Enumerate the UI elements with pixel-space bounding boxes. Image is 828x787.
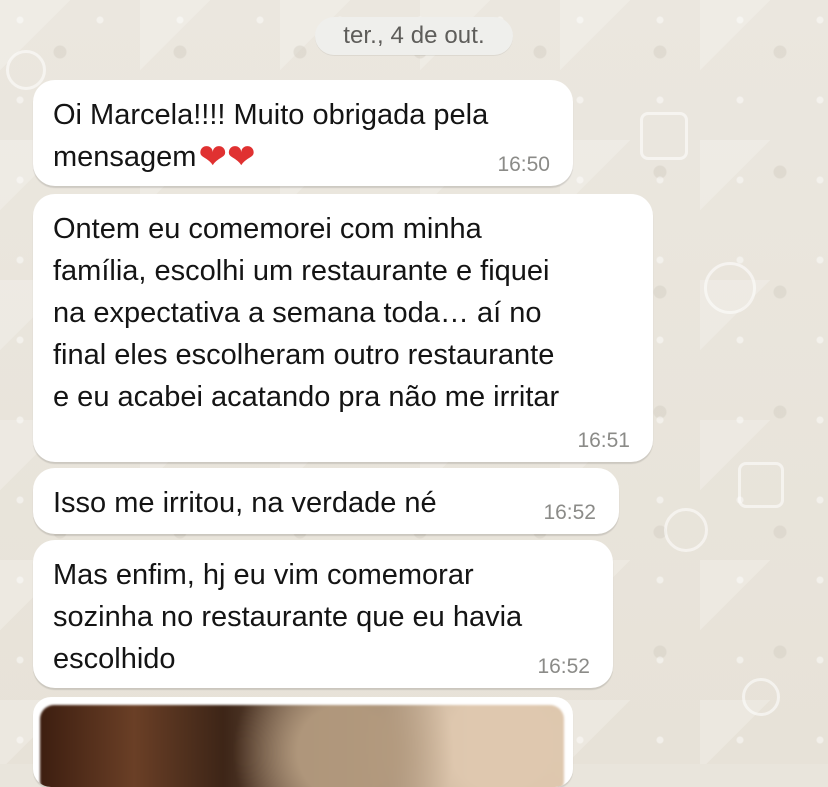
heart-icon: ❤❤ [198, 138, 256, 176]
message-bubble[interactable]: Oi Marcela!!!! Muito obrigada pela mensa… [33, 80, 573, 186]
wallpaper-doodle [664, 508, 708, 552]
message-time: 16:51 [577, 429, 630, 452]
wallpaper-doodle [704, 262, 756, 314]
message-time: 16:52 [543, 501, 596, 524]
wallpaper-doodle [6, 50, 46, 90]
message-bubble[interactable]: Mas enfim, hj eu vim comemorar sozinha n… [33, 540, 613, 688]
message-text: Isso me irritou, na verdade né [53, 487, 437, 519]
wallpaper-doodle [640, 112, 688, 160]
message-text: Mas enfim, hj eu vim comemorar sozinha n… [53, 559, 523, 675]
message-text: Oi Marcela!!!! Muito obrigada pela mensa… [53, 99, 489, 176]
image-message[interactable] [33, 697, 573, 787]
message-time: 16:50 [497, 153, 550, 176]
date-separator: ter., 4 de out. [315, 17, 513, 55]
wallpaper-doodle [738, 462, 784, 508]
image-preview[interactable] [40, 705, 564, 787]
message-bubble[interactable]: Ontem eu comemorei com minha família, es… [33, 194, 653, 462]
message-text: Ontem eu comemorei com minha família, es… [53, 213, 560, 413]
message-bubble[interactable]: Isso me irritou, na verdade né 16:52 [33, 468, 619, 534]
wallpaper-doodle [742, 678, 780, 716]
message-time: 16:52 [537, 655, 590, 678]
